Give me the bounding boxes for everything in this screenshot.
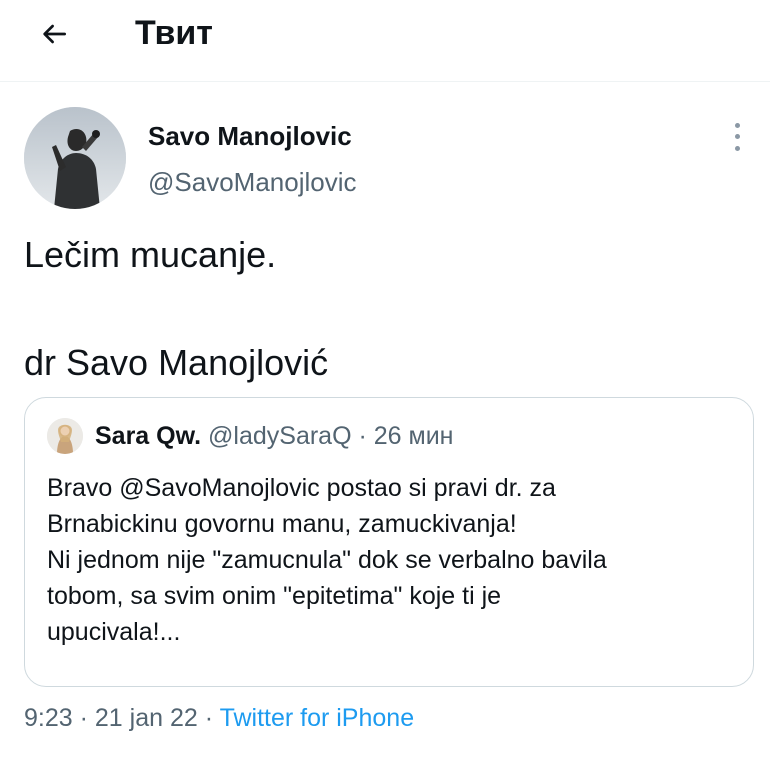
tweet-text: Lečim mucanje. dr Savo Manojlović xyxy=(24,228,744,390)
more-options-button[interactable] xyxy=(725,120,749,154)
quoted-tweet[interactable]: Sara Qw. @ladySaraQ · 26 мин Bravo @Savo… xyxy=(24,397,754,687)
tweet-text-spacer xyxy=(24,282,744,336)
more-vertical-icon xyxy=(734,123,740,129)
quoted-author-handle: @ladySaraQ xyxy=(208,422,352,450)
author-avatar[interactable] xyxy=(24,107,126,209)
tweet-date[interactable]: 21 jan 22 xyxy=(95,704,198,732)
quoted-author-avatar xyxy=(47,418,83,454)
quoted-body-line: tobom, sa svim onim "epitetima" koje ti … xyxy=(47,582,502,610)
quoted-body-line: Bravo @SavoManojlovic postao si pravi dr… xyxy=(47,474,556,502)
avatar-image xyxy=(24,107,126,209)
separator-dot: · xyxy=(204,704,214,732)
quoted-tweet-header: Sara Qw. @ladySaraQ · 26 мин xyxy=(95,420,453,452)
tweet-text-line: dr Savo Manojlović xyxy=(24,342,329,383)
top-bar: Твит xyxy=(0,0,770,82)
page-title: Твит xyxy=(135,14,213,52)
back-button[interactable] xyxy=(34,14,74,54)
tweet-source-link[interactable]: Twitter for iPhone xyxy=(220,704,415,732)
quoted-author-name: Sara Qw. xyxy=(95,422,202,450)
quoted-tweet-body: Bravo @SavoManojlovic postao si pravi dr… xyxy=(47,470,747,650)
quoted-body-line: Brnabickinu govornu manu, zamuckivanja! xyxy=(47,510,517,538)
more-vertical-icon-dot xyxy=(734,134,740,140)
quoted-avatar-image xyxy=(47,418,83,454)
separator-dot: · xyxy=(79,704,88,732)
arrow-left-icon xyxy=(43,24,66,44)
tweet-text-line: Lečim mucanje. xyxy=(24,234,277,275)
author-name[interactable]: Savo Manojlovic xyxy=(148,120,352,152)
more-vertical-icon-dot xyxy=(734,145,740,151)
quoted-body-line: upucivala!... xyxy=(47,618,181,646)
tweet-time[interactable]: 9:23 xyxy=(24,704,73,732)
quoted-body-line: Ni jednom nije "zamucnula" dok se verbal… xyxy=(47,546,607,574)
author-handle[interactable]: @SavoManojlovic xyxy=(148,166,356,198)
separator-dot: · xyxy=(358,422,367,450)
tweet-meta: 9:23 · 21 jan 22 · Twitter for iPhone xyxy=(24,700,414,736)
quoted-time-ago: 26 мин xyxy=(373,422,454,450)
